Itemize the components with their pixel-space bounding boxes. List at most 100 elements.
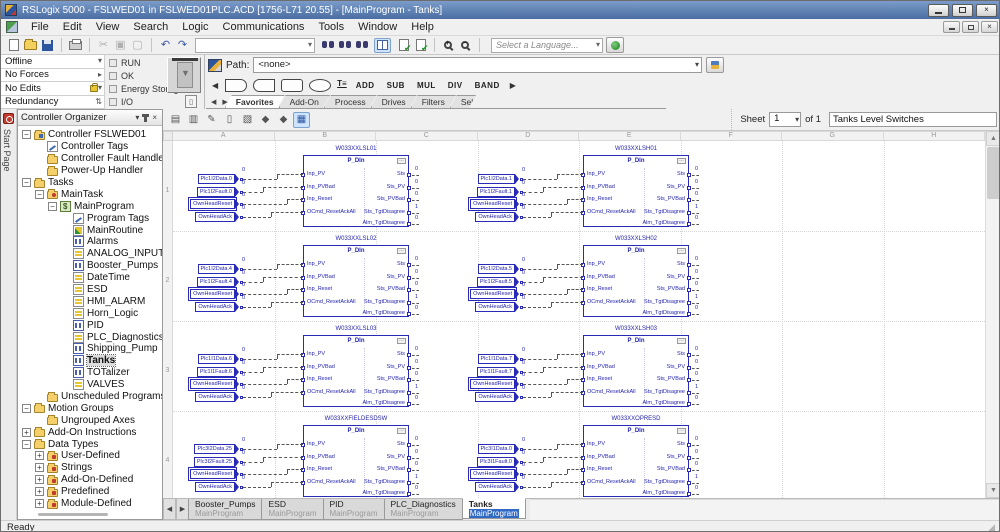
tree-item-tanks[interactable]: Tanks: [18, 354, 162, 368]
instruction-shape-button[interactable]: [309, 79, 332, 92]
minimize-button[interactable]: [928, 3, 949, 17]
grid-toggle-icon[interactable]: ▦: [293, 111, 310, 128]
output-pin[interactable]: [407, 402, 411, 406]
instruction-button-add[interactable]: ADD: [350, 78, 381, 93]
output-pin[interactable]: [407, 211, 411, 215]
input-reference-tag[interactable]: OwnHeadReset 0: [468, 372, 525, 391]
output-pin[interactable]: [687, 198, 691, 202]
routine-tab-pid[interactable]: PID MainProgram: [322, 499, 385, 520]
instruction-shape-button[interactable]: [253, 79, 276, 92]
find-prev-icon[interactable]: [336, 38, 353, 53]
input-reference-tag[interactable]: Plc1I2Fault.1 0: [476, 180, 525, 197]
save-icon[interactable]: [39, 38, 56, 53]
function-block-w033xxlsl01[interactable]: P_DIn … Inp_PV Inp_PVBad Inp_Reset OCmd_Reset…: [301, 155, 419, 227]
input-reference-tag[interactable]: Plc1I1Data.7 0: [477, 347, 525, 364]
tree-item-maintask[interactable]: − MainTask: [18, 188, 162, 200]
block-properties-icon[interactable]: …: [397, 428, 406, 434]
tree-item-unscheduled-programs[interactable]: Unscheduled Programs: [18, 391, 162, 403]
output-pin[interactable]: [687, 312, 691, 316]
copy-icon[interactable]: ▣: [112, 38, 129, 53]
menu-tools[interactable]: Tools: [311, 20, 351, 34]
input-reference-tag[interactable]: OwnHeadReset 0: [468, 282, 525, 301]
input-reference-tag[interactable]: OwnHeadAck 0: [195, 475, 245, 492]
block-properties-icon[interactable]: …: [397, 338, 406, 344]
tree-item-esd[interactable]: ESD: [18, 284, 162, 296]
forces-dropdown-icon[interactable]: ▸: [98, 70, 102, 79]
input-reference-tag[interactable]: OwnHeadReset 0: [468, 462, 525, 481]
tree-item-shipping-pump[interactable]: Shipping_Pump: [18, 343, 162, 355]
new-sheet-icon[interactable]: ▯: [221, 112, 238, 128]
input-reference-tag[interactable]: Plc1I2Data.0 0: [197, 167, 245, 184]
input-reference-tag[interactable]: Plc3I1Data.0 0: [477, 437, 525, 454]
close-button[interactable]: ×: [976, 3, 997, 17]
tree-item-valves[interactable]: VALVES: [18, 379, 162, 391]
collapse-icon[interactable]: −: [48, 201, 57, 211]
expand-icon[interactable]: +: [35, 487, 44, 497]
input-reference-tag[interactable]: Plc1I1Fault.6 0: [196, 360, 245, 377]
menu-edit[interactable]: Edit: [56, 20, 89, 34]
open-file-icon[interactable]: [22, 38, 39, 53]
instruction-button-mul[interactable]: MUL: [411, 78, 442, 93]
next-sheet-icon[interactable]: ◆: [275, 112, 292, 128]
tree-item-module-defined[interactable]: + Module-Defined: [18, 498, 162, 509]
output-pin[interactable]: [407, 263, 411, 267]
instruction-shape-button[interactable]: [225, 79, 248, 92]
scroll-down-icon[interactable]: ▼: [986, 483, 999, 498]
pin-icon[interactable]: [142, 113, 150, 122]
palette-tab-add-on[interactable]: Add-On: [279, 95, 330, 108]
input-reference-tag[interactable]: Plc1I2Fault.4 0: [196, 270, 245, 287]
verify-routine-icon[interactable]: [395, 38, 412, 54]
input-reference-tag[interactable]: OwnHeadAck 0: [475, 475, 525, 492]
palette-tab-drives[interactable]: Drives: [371, 95, 417, 108]
function-block-w033xxlsh02[interactable]: P_DIn … Inp_PV Inp_PVBad Inp_Reset OCmd_Reset…: [581, 245, 699, 317]
routine-tab-tanks[interactable]: Tanks MainProgram: [461, 498, 526, 519]
input-reference-tag[interactable]: Plc1I2Fault.0 0: [196, 180, 245, 197]
palette-tab-favorites[interactable]: Favorites: [225, 95, 285, 108]
output-pin[interactable]: [407, 366, 411, 370]
collapse-icon[interactable]: −: [22, 130, 31, 140]
instruction-button-band[interactable]: BAND: [469, 78, 506, 93]
menu-window[interactable]: Window: [351, 20, 404, 34]
output-pin[interactable]: [407, 301, 411, 305]
organizer-menu-icon[interactable]: ▾: [133, 113, 141, 122]
fbd-canvas[interactable]: W033XXLSL01 P_DIn … Inp_PV Inp_PVBad Inp_Rese…: [173, 141, 985, 498]
input-reference-tag[interactable]: OwnHeadAck 0: [475, 295, 525, 312]
input-reference-tag[interactable]: OwnHeadAck 0: [475, 205, 525, 222]
function-block-w033xxlsh01[interactable]: P_DIn … Inp_PV Inp_PVBad Inp_Reset OCmd_Reset…: [581, 155, 699, 227]
tree-item-predefined[interactable]: + Predefined: [18, 486, 162, 498]
block-properties-icon[interactable]: …: [677, 248, 686, 254]
tree-item-controller-fault-handler[interactable]: Controller Fault Handler: [18, 153, 162, 165]
tree-item-add-on-instructions[interactable]: + Add-On Instructions: [18, 426, 162, 438]
routine-tab-plc-diagnostics[interactable]: PLC_Diagnostics MainProgram: [383, 499, 463, 520]
output-pin[interactable]: [407, 378, 411, 382]
output-pin[interactable]: [687, 443, 691, 447]
function-block-w033xxopresd[interactable]: P_DIn … Inp_PV Inp_PVBad Inp_Reset OCmd_Reset…: [581, 425, 699, 497]
instruction-button-div[interactable]: DIV: [442, 78, 469, 93]
output-pin[interactable]: [687, 222, 691, 226]
language-selector[interactable]: Select a Language...: [491, 37, 603, 53]
path-combo[interactable]: <none>: [253, 57, 702, 73]
menu-view[interactable]: View: [89, 20, 127, 34]
instruction-timer-button[interactable]: T≡: [337, 79, 347, 92]
block-properties-icon[interactable]: …: [677, 338, 686, 344]
child-minimize-button[interactable]: [943, 21, 960, 33]
output-pin[interactable]: [407, 173, 411, 177]
output-pin[interactable]: [407, 186, 411, 190]
output-pin[interactable]: [687, 211, 691, 215]
vertical-scroll-thumb[interactable]: [987, 147, 999, 199]
tree-item-horn-logic[interactable]: Horn_Logic: [18, 307, 162, 319]
output-pin[interactable]: [407, 492, 411, 496]
cut-icon[interactable]: ✂: [95, 38, 112, 53]
status-row-redundancy[interactable]: Redundancy ⇅: [1, 95, 105, 109]
output-pin[interactable]: [687, 353, 691, 357]
tabs-scroll-left-icon[interactable]: ◀: [163, 499, 176, 520]
palette-tabs-left-icon[interactable]: ◀: [208, 98, 219, 108]
output-pin[interactable]: [407, 353, 411, 357]
tree-item-datetime[interactable]: DateTime: [18, 272, 162, 284]
output-pin[interactable]: [687, 288, 691, 292]
menu-help[interactable]: Help: [404, 20, 441, 34]
input-reference-tag[interactable]: Plc3I2Data.25 0: [194, 437, 245, 454]
input-reference-tag[interactable]: Plc3I1Fault.0 0: [476, 450, 525, 467]
instruction-shape-button[interactable]: [281, 79, 304, 92]
edit-pen-icon[interactable]: ✎: [203, 112, 220, 128]
